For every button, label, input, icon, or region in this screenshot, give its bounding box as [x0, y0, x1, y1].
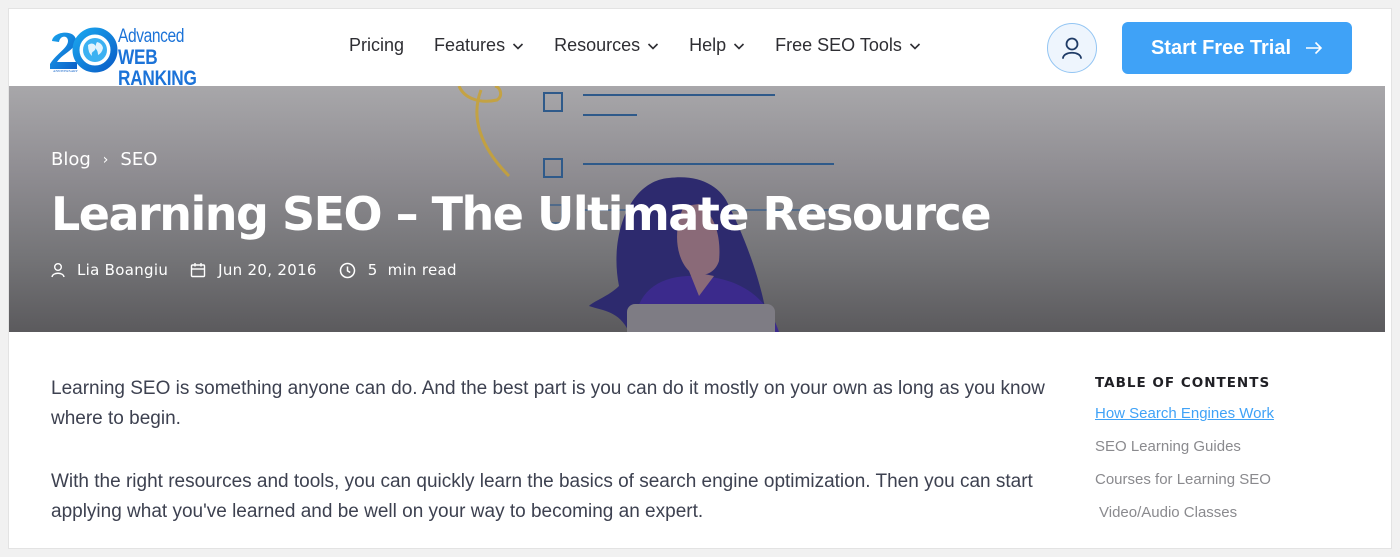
clock-icon [339, 262, 356, 278]
author-name[interactable]: Lia Boangiu [77, 261, 168, 279]
nav-help[interactable]: Help [689, 35, 745, 56]
article-body: Learning SEO is something anyone can do.… [51, 374, 1061, 548]
brand-logo[interactable]: ANNIVERSARY Advanced WEB RANKING [49, 25, 239, 89]
nav-resources[interactable]: Resources [554, 35, 659, 56]
post-read-time: 5 min read [339, 261, 457, 279]
toc-item-seo-learning-guides[interactable]: SEO Learning Guides [1095, 438, 1355, 455]
chevron-down-icon [513, 42, 524, 50]
post-meta: Lia Boangiu Jun 20, 2016 5 min read [51, 261, 479, 279]
page-frame: ANNIVERSARY Advanced WEB RANKING Pricing… [8, 8, 1392, 549]
logo-line2: WEB RANKING [118, 46, 197, 90]
toc-item-video-audio-classes[interactable]: Video/Audio Classes [1095, 504, 1355, 521]
hero-banner: Blog › SEO Learning SEO – The Ultimate R… [9, 86, 1385, 332]
user-icon [51, 263, 65, 278]
logo-line1: Advanced [118, 26, 185, 47]
breadcrumb-blog[interactable]: Blog [51, 149, 91, 170]
table-of-contents: TABLE OF CONTENTS How Search Engines Wor… [1095, 375, 1355, 537]
nav-label: Resources [554, 35, 641, 55]
arrow-right-icon [1306, 41, 1323, 55]
anniversary-20-icon: ANNIVERSARY [50, 27, 118, 73]
toc-title: TABLE OF CONTENTS [1095, 375, 1271, 391]
nav-free-seo-tools[interactable]: Free SEO Tools [775, 35, 921, 56]
svg-text:ANNIVERSARY: ANNIVERSARY [53, 69, 78, 73]
chevron-down-icon [648, 42, 659, 50]
cta-label: Start Free Trial [1150, 36, 1292, 59]
chevron-down-icon [734, 42, 745, 50]
date-text: Jun 20, 2016 [218, 261, 317, 279]
nav-features[interactable]: Features [434, 35, 524, 56]
nav-label: Free SEO Tools [775, 35, 902, 55]
breadcrumb-separator: › [102, 151, 109, 168]
read-time-unit: min read [387, 261, 457, 279]
site-header: ANNIVERSARY Advanced WEB RANKING Pricing… [9, 9, 1391, 89]
article-paragraph: Learning SEO is something anyone can do.… [51, 378, 1045, 429]
nav-label: Pricing [349, 35, 405, 55]
post-date: Jun 20, 2016 [190, 261, 317, 279]
user-icon [1062, 37, 1082, 59]
article-paragraph: With the right resources and tools, you … [51, 471, 1033, 522]
post-author: Lia Boangiu [51, 261, 168, 279]
nav-label: Help [689, 35, 727, 55]
nav-label: Features [434, 35, 506, 55]
toc-item-how-search-engines-work[interactable]: How Search Engines Work [1095, 405, 1355, 422]
read-time-value: 5 [367, 261, 378, 279]
nav-pricing[interactable]: Pricing [349, 35, 404, 56]
toc-item-courses-for-learning-seo[interactable]: Courses for Learning SEO [1095, 471, 1355, 488]
start-free-trial-button[interactable]: Start Free Trial [1122, 22, 1352, 74]
breadcrumb-seo[interactable]: SEO [120, 149, 157, 170]
breadcrumb: Blog › SEO [51, 149, 157, 170]
calendar-icon [190, 263, 206, 278]
main-nav: Pricing Features Resources Help Free SEO… [349, 35, 951, 56]
account-button[interactable] [1047, 23, 1097, 73]
page-title: Learning SEO – The Ultimate Resource [51, 187, 992, 241]
chevron-down-icon [909, 42, 920, 50]
